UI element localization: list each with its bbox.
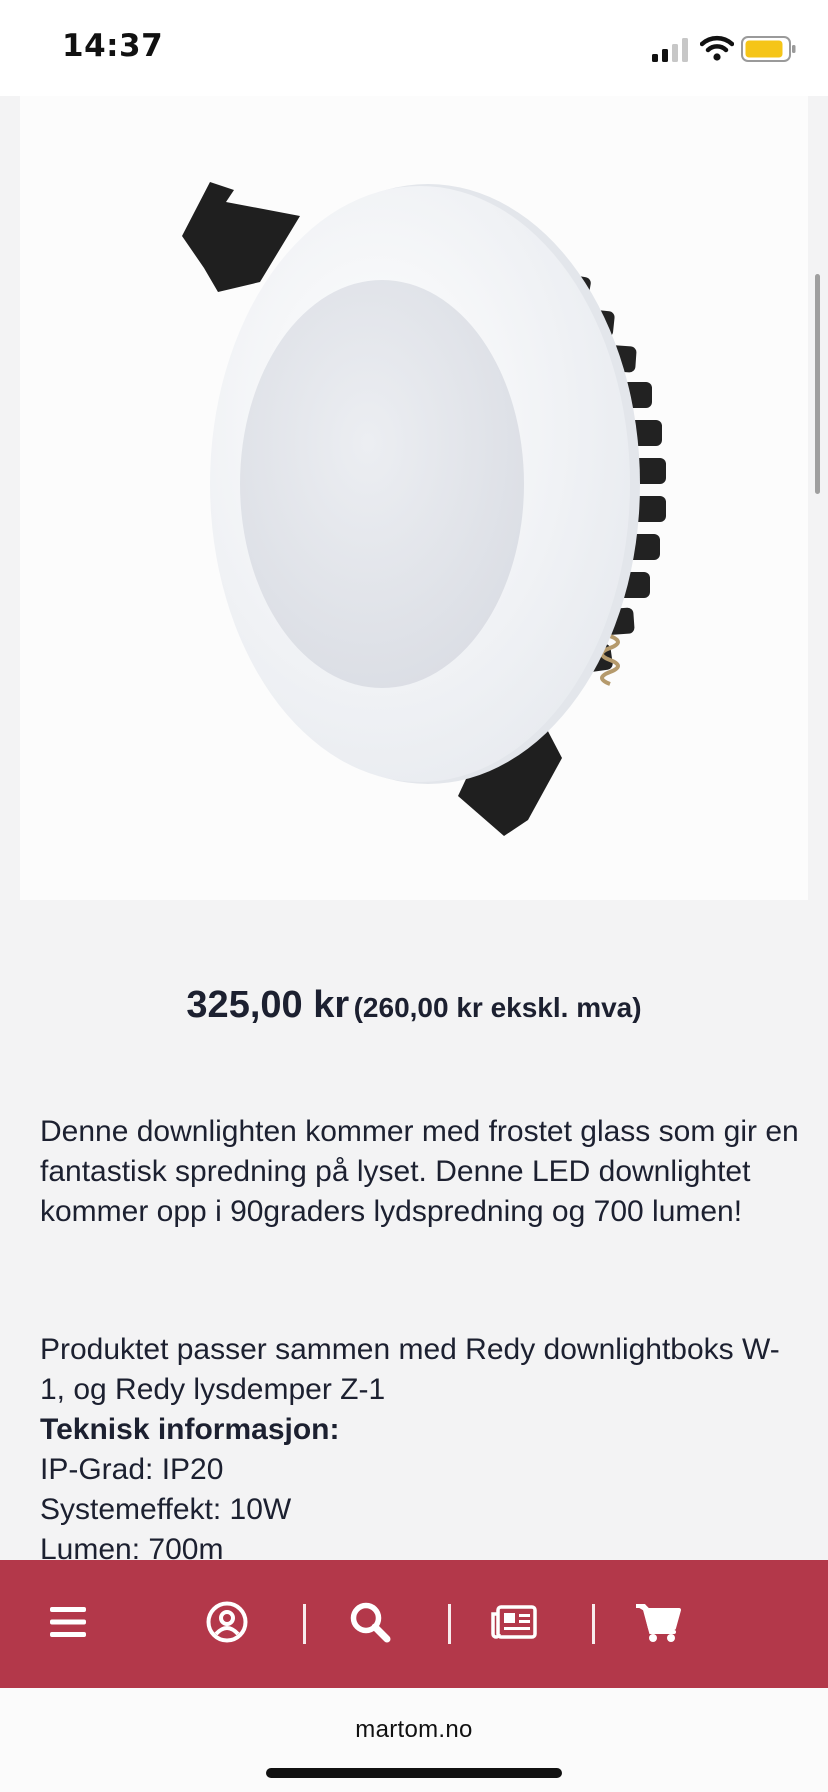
spec-line: Systemeffekt: 10W bbox=[40, 1493, 292, 1526]
nav-separator bbox=[303, 1604, 306, 1644]
home-indicator[interactable] bbox=[266, 1768, 562, 1778]
menu-icon bbox=[50, 1607, 86, 1637]
price-line: 325,00 kr (260,00 kr ekskl. mva) bbox=[0, 984, 828, 1027]
signal-icon bbox=[652, 38, 688, 62]
price: 325,00 kr bbox=[186, 984, 350, 1026]
news-button[interactable] bbox=[482, 1590, 546, 1654]
downlight-image bbox=[182, 182, 666, 836]
product-image[interactable] bbox=[20, 96, 808, 900]
news-icon bbox=[491, 1605, 537, 1639]
status-time: 14:37 bbox=[62, 28, 164, 64]
product-details: Produktet passer sammen med Redy downlig… bbox=[40, 1330, 800, 1560]
search-button[interactable] bbox=[338, 1590, 402, 1654]
product-description: Denne downlighten kommer med frostet gla… bbox=[40, 1115, 799, 1228]
browser-address-bar[interactable]: martom.no bbox=[0, 1688, 828, 1792]
search-icon bbox=[350, 1602, 391, 1643]
nav-separator bbox=[448, 1604, 451, 1644]
battery-icon bbox=[741, 36, 796, 62]
account-button[interactable] bbox=[195, 1590, 259, 1654]
status-bar: 14:37 bbox=[0, 0, 828, 96]
cart-icon bbox=[636, 1604, 681, 1642]
nav-separator bbox=[592, 1604, 595, 1644]
compatibility-text: Produktet passer sammen med Redy downlig… bbox=[40, 1333, 780, 1406]
domain-label[interactable]: martom.no bbox=[0, 1716, 828, 1744]
page-content[interactable]: 325,00 kr (260,00 kr ekskl. mva) Denne d… bbox=[0, 96, 828, 1560]
account-icon bbox=[206, 1601, 248, 1643]
scrollbar[interactable] bbox=[815, 274, 820, 494]
spec-line: IP-Grad: IP20 bbox=[40, 1453, 224, 1486]
price-ex-vat: (260,00 kr ekskl. mva) bbox=[353, 992, 642, 1023]
bottom-nav bbox=[0, 1560, 828, 1688]
cart-button[interactable] bbox=[626, 1590, 690, 1654]
menu-button[interactable] bbox=[36, 1590, 100, 1654]
specs-heading: Teknisk informasjon: bbox=[40, 1413, 340, 1446]
spec-line: Lumen: 700m bbox=[40, 1533, 224, 1560]
wifi-icon bbox=[700, 35, 734, 61]
